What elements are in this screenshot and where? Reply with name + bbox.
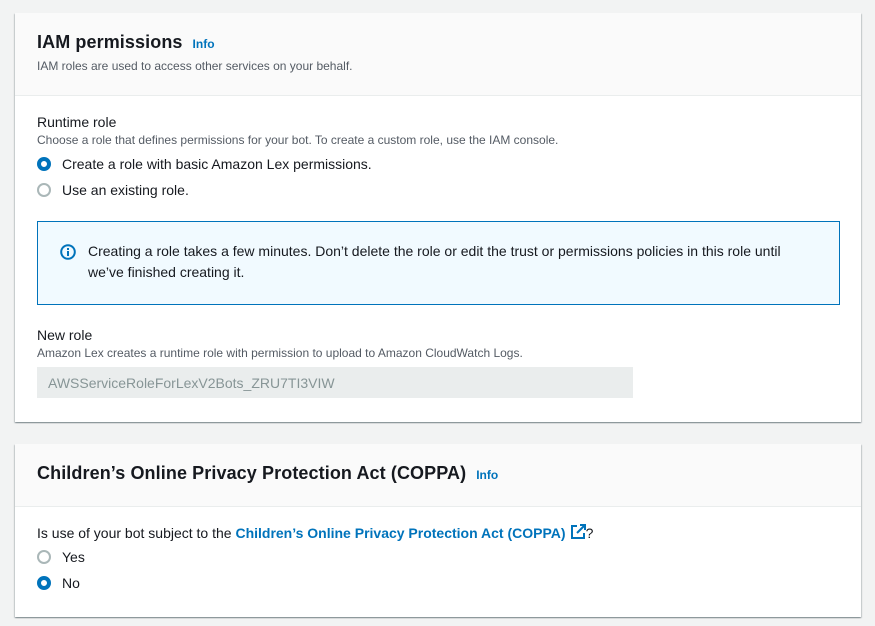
iam-info-link[interactable]: Info <box>193 37 215 51</box>
radio-coppa-no[interactable]: No <box>37 570 839 596</box>
radio-coppa-no-label[interactable]: No <box>62 575 80 591</box>
runtime-role-description: Choose a role that defines permissions f… <box>37 133 559 147</box>
runtime-role-radio-group: Create a role with basic Amazon Lex perm… <box>37 151 839 203</box>
coppa-question-prefix: Is use of your bot subject to the <box>37 525 236 541</box>
info-circle-icon <box>60 244 76 260</box>
radio-coppa-yes-control[interactable] <box>37 550 51 564</box>
coppa-question-suffix: ? <box>585 525 594 541</box>
iam-panel-description: IAM roles are used to access other servi… <box>37 59 353 73</box>
new-role-field: New role Amazon Lex creates a runtime ro… <box>37 327 839 398</box>
runtime-role-field: Runtime role Choose a role that defines … <box>37 114 839 203</box>
radio-coppa-no-control[interactable] <box>37 576 51 590</box>
radio-existing-role[interactable]: Use an existing role. <box>37 177 839 203</box>
coppa-panel-title: Children’s Online Privacy Protection Act… <box>37 463 467 483</box>
new-role-description: Amazon Lex creates a runtime role with p… <box>37 346 523 360</box>
iam-panel-body: Runtime role Choose a role that defines … <box>15 114 861 398</box>
new-role-label: New role <box>37 327 93 343</box>
coppa-radio-group: Yes No <box>37 544 839 596</box>
external-link-icon[interactable] <box>570 524 586 540</box>
radio-existing-role-label[interactable]: Use an existing role. <box>62 182 189 198</box>
role-creation-info-alert: Creating a role takes a few minutes. Don… <box>37 221 840 305</box>
runtime-role-label: Runtime role <box>37 114 117 130</box>
radio-coppa-yes-label[interactable]: Yes <box>62 549 85 565</box>
coppa-link-text[interactable]: Children’s Online Privacy Protection Act… <box>235 525 565 541</box>
coppa-panel: Children’s Online Privacy Protection Act… <box>15 444 861 617</box>
coppa-panel-body: Is use of your bot subject to the Childr… <box>15 524 861 596</box>
iam-panel-title: IAM permissions <box>37 32 183 52</box>
coppa-panel-header: Children’s Online Privacy Protection Act… <box>15 444 861 507</box>
iam-permissions-panel: IAM permissions Info IAM roles are used … <box>15 13 861 422</box>
radio-existing-role-control[interactable] <box>37 183 51 197</box>
radio-create-role[interactable]: Create a role with basic Amazon Lex perm… <box>37 151 839 177</box>
new-role-name-input: AWSServiceRoleForLexV2Bots_ZRU7TI3VIW <box>37 367 633 398</box>
coppa-info-link[interactable]: Info <box>476 468 498 482</box>
radio-coppa-yes[interactable]: Yes <box>37 544 839 570</box>
iam-panel-header: IAM permissions Info IAM roles are used … <box>15 13 861 96</box>
coppa-external-link[interactable]: Children’s Online Privacy Protection Act… <box>235 524 586 541</box>
alert-text: Creating a role takes a few minutes. Don… <box>88 243 781 280</box>
radio-create-role-control[interactable] <box>37 157 51 171</box>
radio-create-role-label[interactable]: Create a role with basic Amazon Lex perm… <box>62 156 372 172</box>
coppa-question: Is use of your bot subject to the Childr… <box>37 524 839 541</box>
